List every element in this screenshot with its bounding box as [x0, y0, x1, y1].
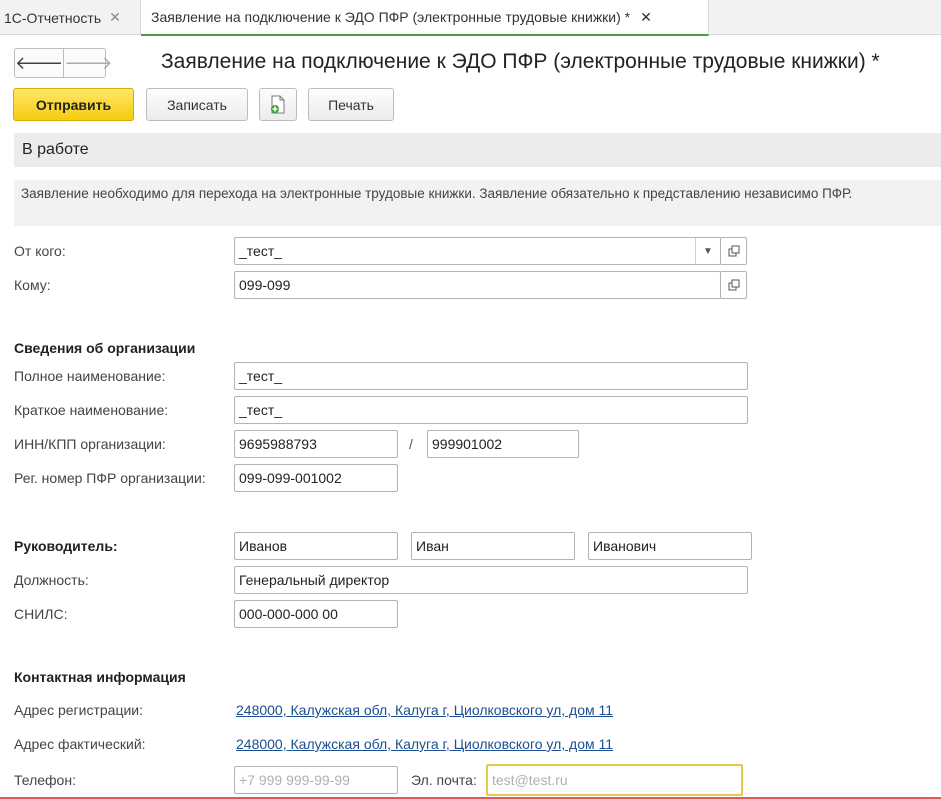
head-section-heading: Руководитель: [14, 538, 118, 554]
head-middle-name-field[interactable]: Иванович [588, 532, 752, 560]
tab-bar: 1С-Отчетность ✕ Заявление на подключение… [0, 0, 941, 36]
open-form-icon [728, 279, 739, 291]
to-field[interactable]: 099-099 [234, 271, 721, 299]
snils-field[interactable]: 000-000-000 00 [234, 600, 398, 628]
tab-1c-reporting[interactable]: 1С-Отчетность ✕ [0, 0, 141, 35]
reg-address-label: Адрес регистрации: [14, 702, 144, 718]
back-button[interactable]: 🡐 [15, 49, 63, 77]
send-button[interactable]: Отправить [13, 88, 134, 121]
close-icon[interactable]: ✕ [109, 9, 121, 26]
from-field[interactable]: _тест_ ▼ [234, 237, 721, 265]
from-value: _тест_ [239, 243, 283, 259]
forward-button[interactable]: 🡒 [63, 49, 113, 77]
print-button[interactable]: Печать [308, 88, 394, 121]
pfr-number-label: Рег. номер ПФР организации: [14, 470, 206, 486]
open-to-button[interactable] [720, 271, 747, 299]
close-icon[interactable]: ✕ [640, 9, 652, 26]
contact-section-heading: Контактная информация [14, 669, 186, 685]
save-button[interactable]: Записать [146, 88, 248, 121]
full-name-field[interactable]: _тест_ [234, 362, 748, 390]
fact-address-label: Адрес фактический: [14, 736, 146, 752]
navigation-group: 🡐 🡒 [14, 48, 113, 78]
org-section-heading: Сведения об организации [14, 340, 196, 356]
email-label: Эл. почта: [411, 772, 477, 788]
inn-kpp-label: ИНН/КПП организации: [14, 436, 166, 452]
tab-label: Заявление на подключение к ЭДО ПФР (элек… [151, 9, 631, 25]
status-bar: В работе [14, 133, 941, 167]
phone-field[interactable]: +7 999 999-99-99 [234, 766, 398, 794]
info-message: Заявление необходимо для перехода на эле… [14, 180, 941, 226]
tab-label: 1С-Отчетность [4, 9, 102, 26]
email-field[interactable]: test@test.ru [486, 764, 743, 796]
snils-label: СНИЛС: [14, 606, 68, 622]
fact-address-link[interactable]: 248000, Калужская обл, Калуга г, Циолков… [236, 736, 613, 752]
inn-field[interactable]: 9695988793 [234, 430, 398, 458]
phone-label: Телефон: [14, 772, 76, 788]
open-form-icon [728, 245, 739, 257]
full-name-label: Полное наименование: [14, 368, 166, 384]
short-name-field[interactable]: _тест_ [234, 396, 748, 424]
arrow-left-icon: 🡐 [15, 52, 64, 73]
position-field[interactable]: Генеральный директор [234, 566, 748, 594]
save-document-button[interactable] [259, 88, 297, 121]
arrow-right-icon: 🡒 [64, 52, 113, 73]
status-text: В работе [22, 141, 89, 158]
dropdown-button[interactable]: ▼ [695, 238, 720, 264]
kpp-field[interactable]: 999901002 [427, 430, 579, 458]
to-value: 099-099 [239, 277, 291, 293]
reg-address-link[interactable]: 248000, Калужская обл, Калуга г, Циолков… [236, 702, 613, 718]
to-label: Кому: [14, 277, 51, 293]
position-label: Должность: [14, 572, 89, 588]
save-document-icon [271, 95, 285, 113]
short-name-label: Краткое наименование: [14, 402, 169, 418]
open-from-button[interactable] [720, 237, 747, 265]
head-last-name-field[interactable]: Иванов [234, 532, 398, 560]
pfr-number-field[interactable]: 099-099-001002 [234, 464, 398, 492]
chevron-down-icon: ▼ [703, 245, 713, 257]
tab-edo-application[interactable]: Заявление на подключение к ЭДО ПФР (элек… [141, 0, 709, 36]
head-first-name-field[interactable]: Иван [411, 532, 575, 560]
inn-kpp-separator: / [409, 436, 413, 452]
from-label: От кого: [14, 243, 66, 259]
page-title: Заявление на подключение к ЭДО ПФР (элек… [161, 50, 880, 73]
